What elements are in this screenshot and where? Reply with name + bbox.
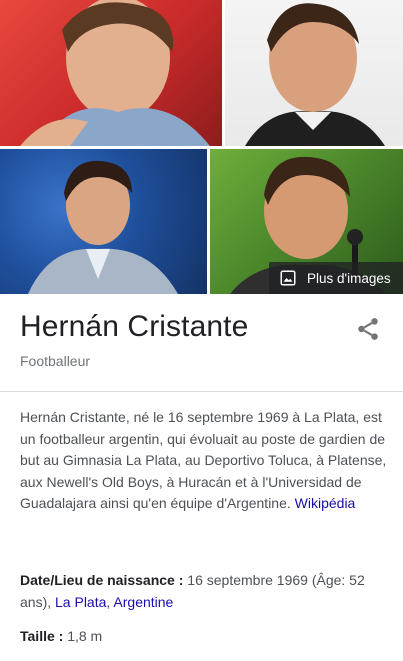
image-grid: Plus d'images [0,0,403,294]
more-images-button[interactable]: Plus d'images [269,262,403,294]
link-argentine[interactable]: Argentine [113,594,173,610]
entity-header: Hernán Cristante Footballeur [0,294,403,392]
image-icon [280,270,296,286]
portrait-photo-1 [20,0,210,146]
fact-height-label: Taille : [20,628,64,644]
image-tile-3[interactable] [0,149,207,294]
share-icon[interactable] [355,316,381,342]
image-tile-4[interactable]: Plus d'images [210,149,403,294]
link-la-plata[interactable]: La Plata [55,594,106,610]
image-tile-1[interactable] [0,0,222,146]
entity-subtitle: Footballeur [20,353,91,369]
fact-birth-sep: , [106,593,111,610]
fact-birth: Date/Lieu de naissance : 16 septembre 19… [20,570,390,613]
image-tile-2[interactable] [225,0,403,146]
fact-birth-label: Date/Lieu de naissance : [20,572,184,588]
fact-height-value: 1,8 m [67,628,103,644]
wikipedia-link[interactable]: Wikipédia [295,495,356,511]
entity-description: Hernán Cristante, né le 16 septembre 196… [20,407,390,515]
fact-height: Taille : 1,8 m [20,626,390,648]
portrait-photo-3 [28,160,178,294]
entity-title: Hernán Cristante [20,310,249,343]
portrait-photo-2 [245,3,385,146]
more-images-label: Plus d'images [307,270,391,286]
